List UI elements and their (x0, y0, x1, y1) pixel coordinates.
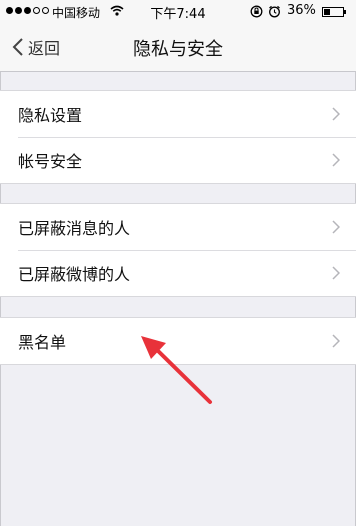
annotation-arrow-icon (141, 336, 212, 404)
